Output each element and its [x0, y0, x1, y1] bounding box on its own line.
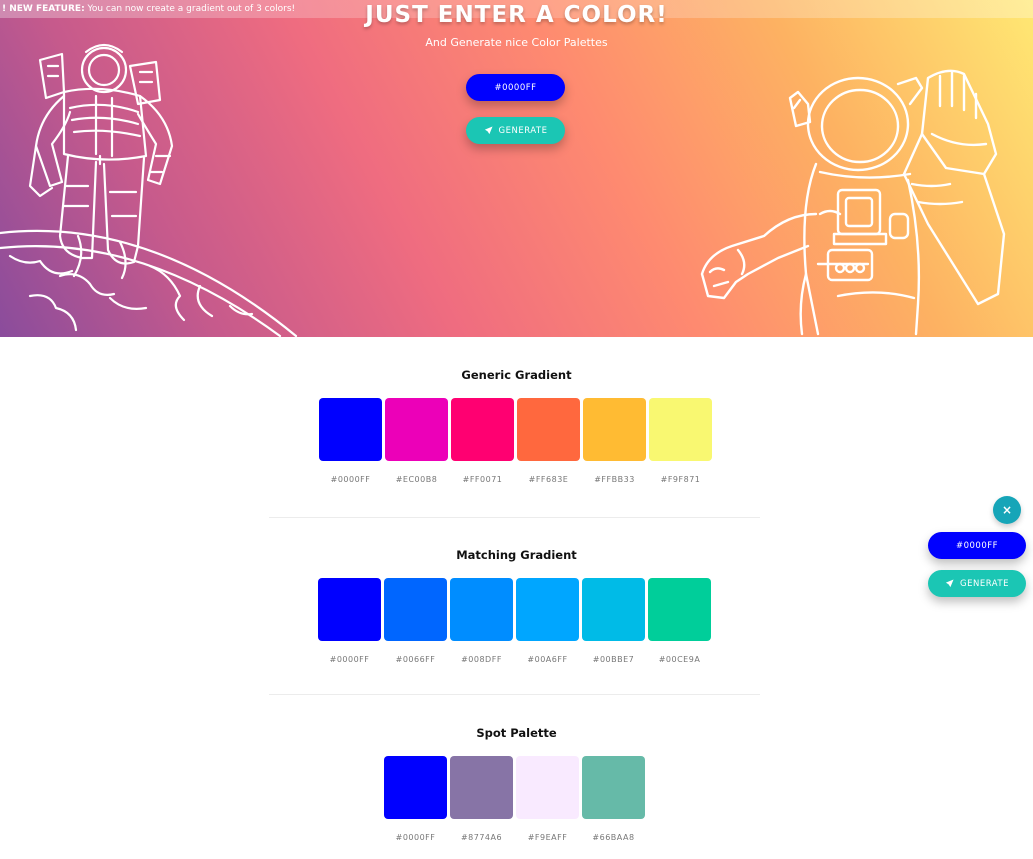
swatch-hex: #0066FF: [395, 655, 436, 664]
swatch-hex: #66BAA8: [592, 833, 635, 842]
swatch-color[interactable]: [385, 398, 448, 461]
floating-generate-button[interactable]: GENERATE: [928, 570, 1026, 597]
swatch-hex: #0000FF: [395, 833, 436, 842]
swatch-color[interactable]: [582, 756, 645, 819]
close-icon: ×: [1001, 503, 1013, 517]
swatch-hex: #008DFF: [461, 655, 502, 664]
swatch[interactable]: #0000FF: [319, 398, 382, 484]
section-divider: [269, 694, 760, 695]
swatch[interactable]: #00BBE7: [582, 578, 645, 664]
swatch-hex: #00CE9A: [658, 655, 701, 664]
swatch-color[interactable]: [384, 578, 447, 641]
generate-label: GENERATE: [498, 125, 548, 136]
palette-title-spot: Spot Palette: [476, 726, 557, 740]
page-subtitle: And Generate nice Color Palettes: [425, 36, 608, 49]
swatch[interactable]: #FF0071: [451, 398, 514, 484]
page-title: JUST ENTER A COLOR!: [365, 2, 668, 28]
swatch-hex: #00A6FF: [527, 655, 568, 664]
floating-color-input-button[interactable]: #0000FF: [928, 532, 1026, 559]
color-input-value: #0000FF: [494, 82, 537, 93]
swatch-hex: #EC00B8: [395, 475, 438, 484]
swatch-color[interactable]: [517, 398, 580, 461]
floating-color-value: #0000FF: [955, 540, 999, 551]
swatch-hex: #0000FF: [329, 655, 370, 664]
floating-generate-label: GENERATE: [960, 578, 1009, 589]
palette-title-matching: Matching Gradient: [456, 548, 577, 562]
hero-banner: ! NEW FEATURE: You can now create a grad…: [0, 0, 1033, 337]
swatch-color[interactable]: [450, 578, 513, 641]
section-divider: [269, 517, 760, 518]
astronaut-left-illustration: [0, 43, 298, 337]
swatch-color[interactable]: [582, 578, 645, 641]
swatch[interactable]: #00CE9A: [648, 578, 711, 664]
swatch-color[interactable]: [648, 578, 711, 641]
swatch-color[interactable]: [516, 578, 579, 641]
swatch[interactable]: #F9F871: [649, 398, 712, 484]
rocket-icon: [484, 126, 493, 135]
rocket-icon: [945, 579, 954, 588]
swatch[interactable]: #66BAA8: [582, 756, 645, 842]
palette-matching: #0000FF #0066FF #008DFF #00A6FF #00BBE7 …: [318, 578, 711, 664]
swatch[interactable]: #FFBB33: [583, 398, 646, 484]
swatch-hex: #0000FF: [330, 475, 371, 484]
swatch-hex: #FF0071: [462, 475, 503, 484]
swatch[interactable]: #0000FF: [318, 578, 381, 664]
swatch-hex: #FF683E: [528, 475, 569, 484]
palette-generic: #0000FF #EC00B8 #FF0071 #FF683E #FFBB33 …: [319, 398, 712, 484]
swatch-color[interactable]: [450, 756, 513, 819]
swatch-color[interactable]: [319, 398, 382, 461]
swatch[interactable]: #0000FF: [384, 756, 447, 842]
swatch[interactable]: #00A6FF: [516, 578, 579, 664]
swatch-hex: #8774A6: [460, 833, 503, 842]
palette-title-generic: Generic Gradient: [461, 368, 572, 382]
close-floating-button[interactable]: ×: [993, 496, 1021, 524]
swatch-color[interactable]: [451, 398, 514, 461]
swatch-hex: #F9EAFF: [527, 833, 568, 842]
swatch[interactable]: #EC00B8: [385, 398, 448, 484]
swatch-hex: #F9F871: [660, 475, 701, 484]
color-input-button[interactable]: #0000FF: [466, 74, 565, 101]
swatch[interactable]: #008DFF: [450, 578, 513, 664]
swatch-color[interactable]: [384, 756, 447, 819]
swatch[interactable]: #0066FF: [384, 578, 447, 664]
palette-spot: #0000FF #8774A6 #F9EAFF #66BAA8: [384, 756, 645, 842]
swatch[interactable]: #FF683E: [517, 398, 580, 484]
generate-button[interactable]: GENERATE: [466, 117, 565, 144]
astronaut-right-illustration: [700, 69, 1006, 336]
swatch-color[interactable]: [583, 398, 646, 461]
swatch-hex: #00BBE7: [592, 655, 635, 664]
swatch[interactable]: #8774A6: [450, 756, 513, 842]
swatch-hex: #FFBB33: [594, 475, 635, 484]
swatch-color[interactable]: [318, 578, 381, 641]
swatch-color[interactable]: [516, 756, 579, 819]
swatch[interactable]: #F9EAFF: [516, 756, 579, 842]
swatch-color[interactable]: [649, 398, 712, 461]
